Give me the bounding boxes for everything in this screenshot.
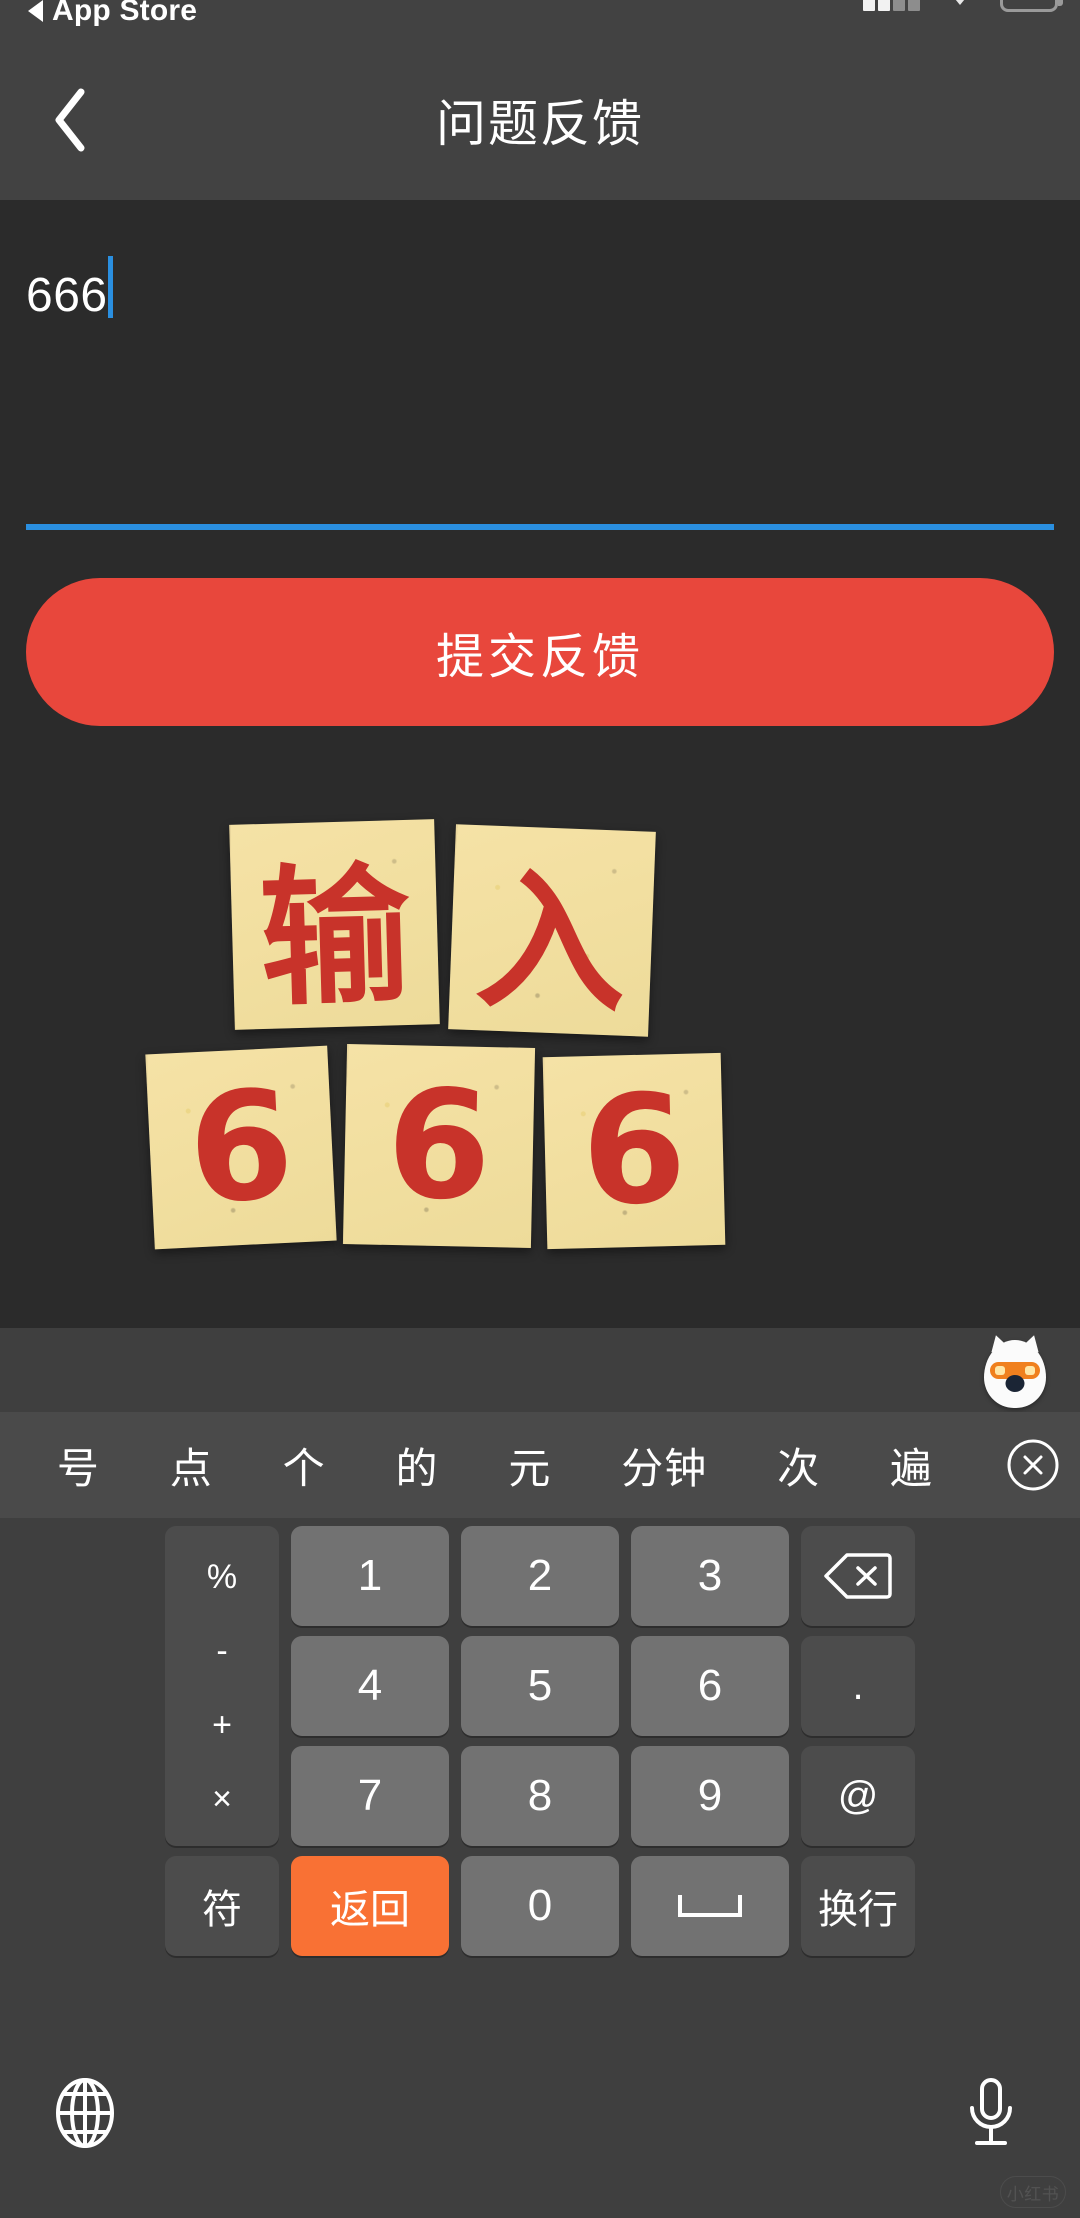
wifi-icon bbox=[946, 0, 974, 5]
nav-bar: 问题反馈 bbox=[0, 40, 1080, 200]
illustration-card-shu: 输 bbox=[229, 819, 440, 1030]
key-8[interactable]: 8 bbox=[461, 1746, 619, 1846]
close-circle-icon[interactable] bbox=[986, 1437, 1080, 1493]
text-caret bbox=[108, 256, 113, 318]
plus-key[interactable]: + bbox=[212, 1708, 232, 1742]
cellular-signal-icon bbox=[863, 0, 920, 11]
illustration-card-six-2-glyph: 6 bbox=[385, 1057, 493, 1235]
symbols-key[interactable]: 符 bbox=[165, 1856, 279, 1956]
status-bar: App Store bbox=[0, 0, 1080, 40]
illustration-card-six-1: 6 bbox=[145, 1045, 337, 1250]
mascot-ear-left bbox=[987, 1332, 1009, 1353]
key-0[interactable]: 0 bbox=[461, 1856, 619, 1956]
return-key[interactable]: 返回 bbox=[291, 1856, 449, 1956]
space-glyph bbox=[678, 1895, 742, 1917]
illustration-card-six-3: 6 bbox=[542, 1052, 726, 1250]
suggestion-item[interactable]: 遍 bbox=[890, 1435, 933, 1496]
return-to-app-store[interactable]: App Store bbox=[28, 0, 197, 28]
suggestion-item[interactable]: 个 bbox=[283, 1435, 326, 1496]
left-triangle-icon bbox=[28, 0, 43, 22]
space-bar-icon[interactable] bbox=[631, 1856, 789, 1956]
illustration-card-six-3-glyph: 6 bbox=[579, 1062, 689, 1240]
back-app-label: App Store bbox=[52, 0, 198, 27]
illustration-card-ru-glyph: 入 bbox=[473, 854, 630, 1034]
keypad-grid: % - + × 1 2 3 4 5 6 . 7 8 9 @ 符 返回 0 换行 bbox=[8, 1526, 1072, 1956]
suggestion-item[interactable]: 分钟 bbox=[621, 1435, 707, 1496]
key-7[interactable]: 7 bbox=[291, 1746, 449, 1846]
multiply-key[interactable]: × bbox=[212, 1782, 232, 1816]
globe-icon[interactable] bbox=[48, 2076, 122, 2150]
microphone-icon[interactable] bbox=[954, 2076, 1028, 2150]
keyboard: 号 点 个 的 元 分钟 次 遍 % - + × 1 2 3 4 5 6 . 7… bbox=[0, 1328, 1080, 2218]
keyboard-bottom-bar: 小红书 bbox=[0, 2054, 1080, 2218]
battery-icon bbox=[1000, 0, 1063, 12]
newline-key[interactable]: 换行 bbox=[801, 1856, 915, 1956]
illustration-card-six-1-glyph: 6 bbox=[184, 1058, 298, 1237]
suggestion-item[interactable]: 号 bbox=[57, 1435, 100, 1496]
suggestion-item[interactable]: 次 bbox=[777, 1435, 820, 1496]
key-2[interactable]: 2 bbox=[461, 1526, 619, 1626]
content-area: 666 提交反馈 输 入 6 6 6 bbox=[0, 200, 1080, 1328]
input-666-illustration: 输 入 6 6 6 bbox=[0, 800, 1080, 1328]
watermark: 小红书 bbox=[1000, 2176, 1066, 2208]
minus-key[interactable]: - bbox=[216, 1634, 227, 1668]
phone-screen: App Store 问题反馈 666 提交反馈 输 入 6 6 6 号 点 个 … bbox=[0, 0, 1080, 2218]
key-5[interactable]: 5 bbox=[461, 1636, 619, 1736]
key-period[interactable]: . bbox=[801, 1636, 915, 1736]
suggestion-item[interactable]: 点 bbox=[170, 1435, 213, 1496]
operators-key-column[interactable]: % - + × bbox=[165, 1526, 279, 1846]
key-1[interactable]: 1 bbox=[291, 1526, 449, 1626]
mascot-ear-right bbox=[1021, 1332, 1043, 1353]
mascot-nose bbox=[1005, 1375, 1025, 1392]
key-4[interactable]: 4 bbox=[291, 1636, 449, 1736]
sogou-mascot-icon[interactable] bbox=[984, 1332, 1046, 1408]
suggestion-item[interactable]: 元 bbox=[508, 1435, 551, 1496]
keypad: % - + × 1 2 3 4 5 6 . 7 8 9 @ 符 返回 0 换行 bbox=[0, 1518, 1080, 2054]
feedback-input-wrapper[interactable]: 666 bbox=[26, 240, 1054, 530]
illustration-card-shu-glyph: 输 bbox=[257, 848, 413, 1028]
key-at[interactable]: @ bbox=[801, 1746, 915, 1846]
status-indicators bbox=[863, 0, 1063, 12]
percent-key[interactable]: % bbox=[207, 1560, 237, 1594]
illustration-card-ru: 入 bbox=[448, 824, 656, 1037]
submit-feedback-button[interactable]: 提交反馈 bbox=[26, 578, 1054, 726]
keyboard-mascot-row bbox=[0, 1328, 1080, 1412]
key-9[interactable]: 9 bbox=[631, 1746, 789, 1846]
suggestion-item[interactable]: 的 bbox=[396, 1435, 439, 1496]
backspace-icon[interactable] bbox=[801, 1526, 915, 1626]
suggestion-bar: 号 点 个 的 元 分钟 次 遍 bbox=[0, 1412, 1080, 1518]
key-3[interactable]: 3 bbox=[631, 1526, 789, 1626]
feedback-input-value[interactable]: 666 bbox=[26, 272, 108, 320]
suggestion-list: 号 点 个 的 元 分钟 次 遍 bbox=[0, 1435, 986, 1496]
page-title: 问题反馈 bbox=[436, 96, 644, 152]
illustration-card-six-2: 6 bbox=[342, 1044, 536, 1248]
key-6[interactable]: 6 bbox=[631, 1636, 789, 1736]
input-underline bbox=[26, 524, 1054, 530]
